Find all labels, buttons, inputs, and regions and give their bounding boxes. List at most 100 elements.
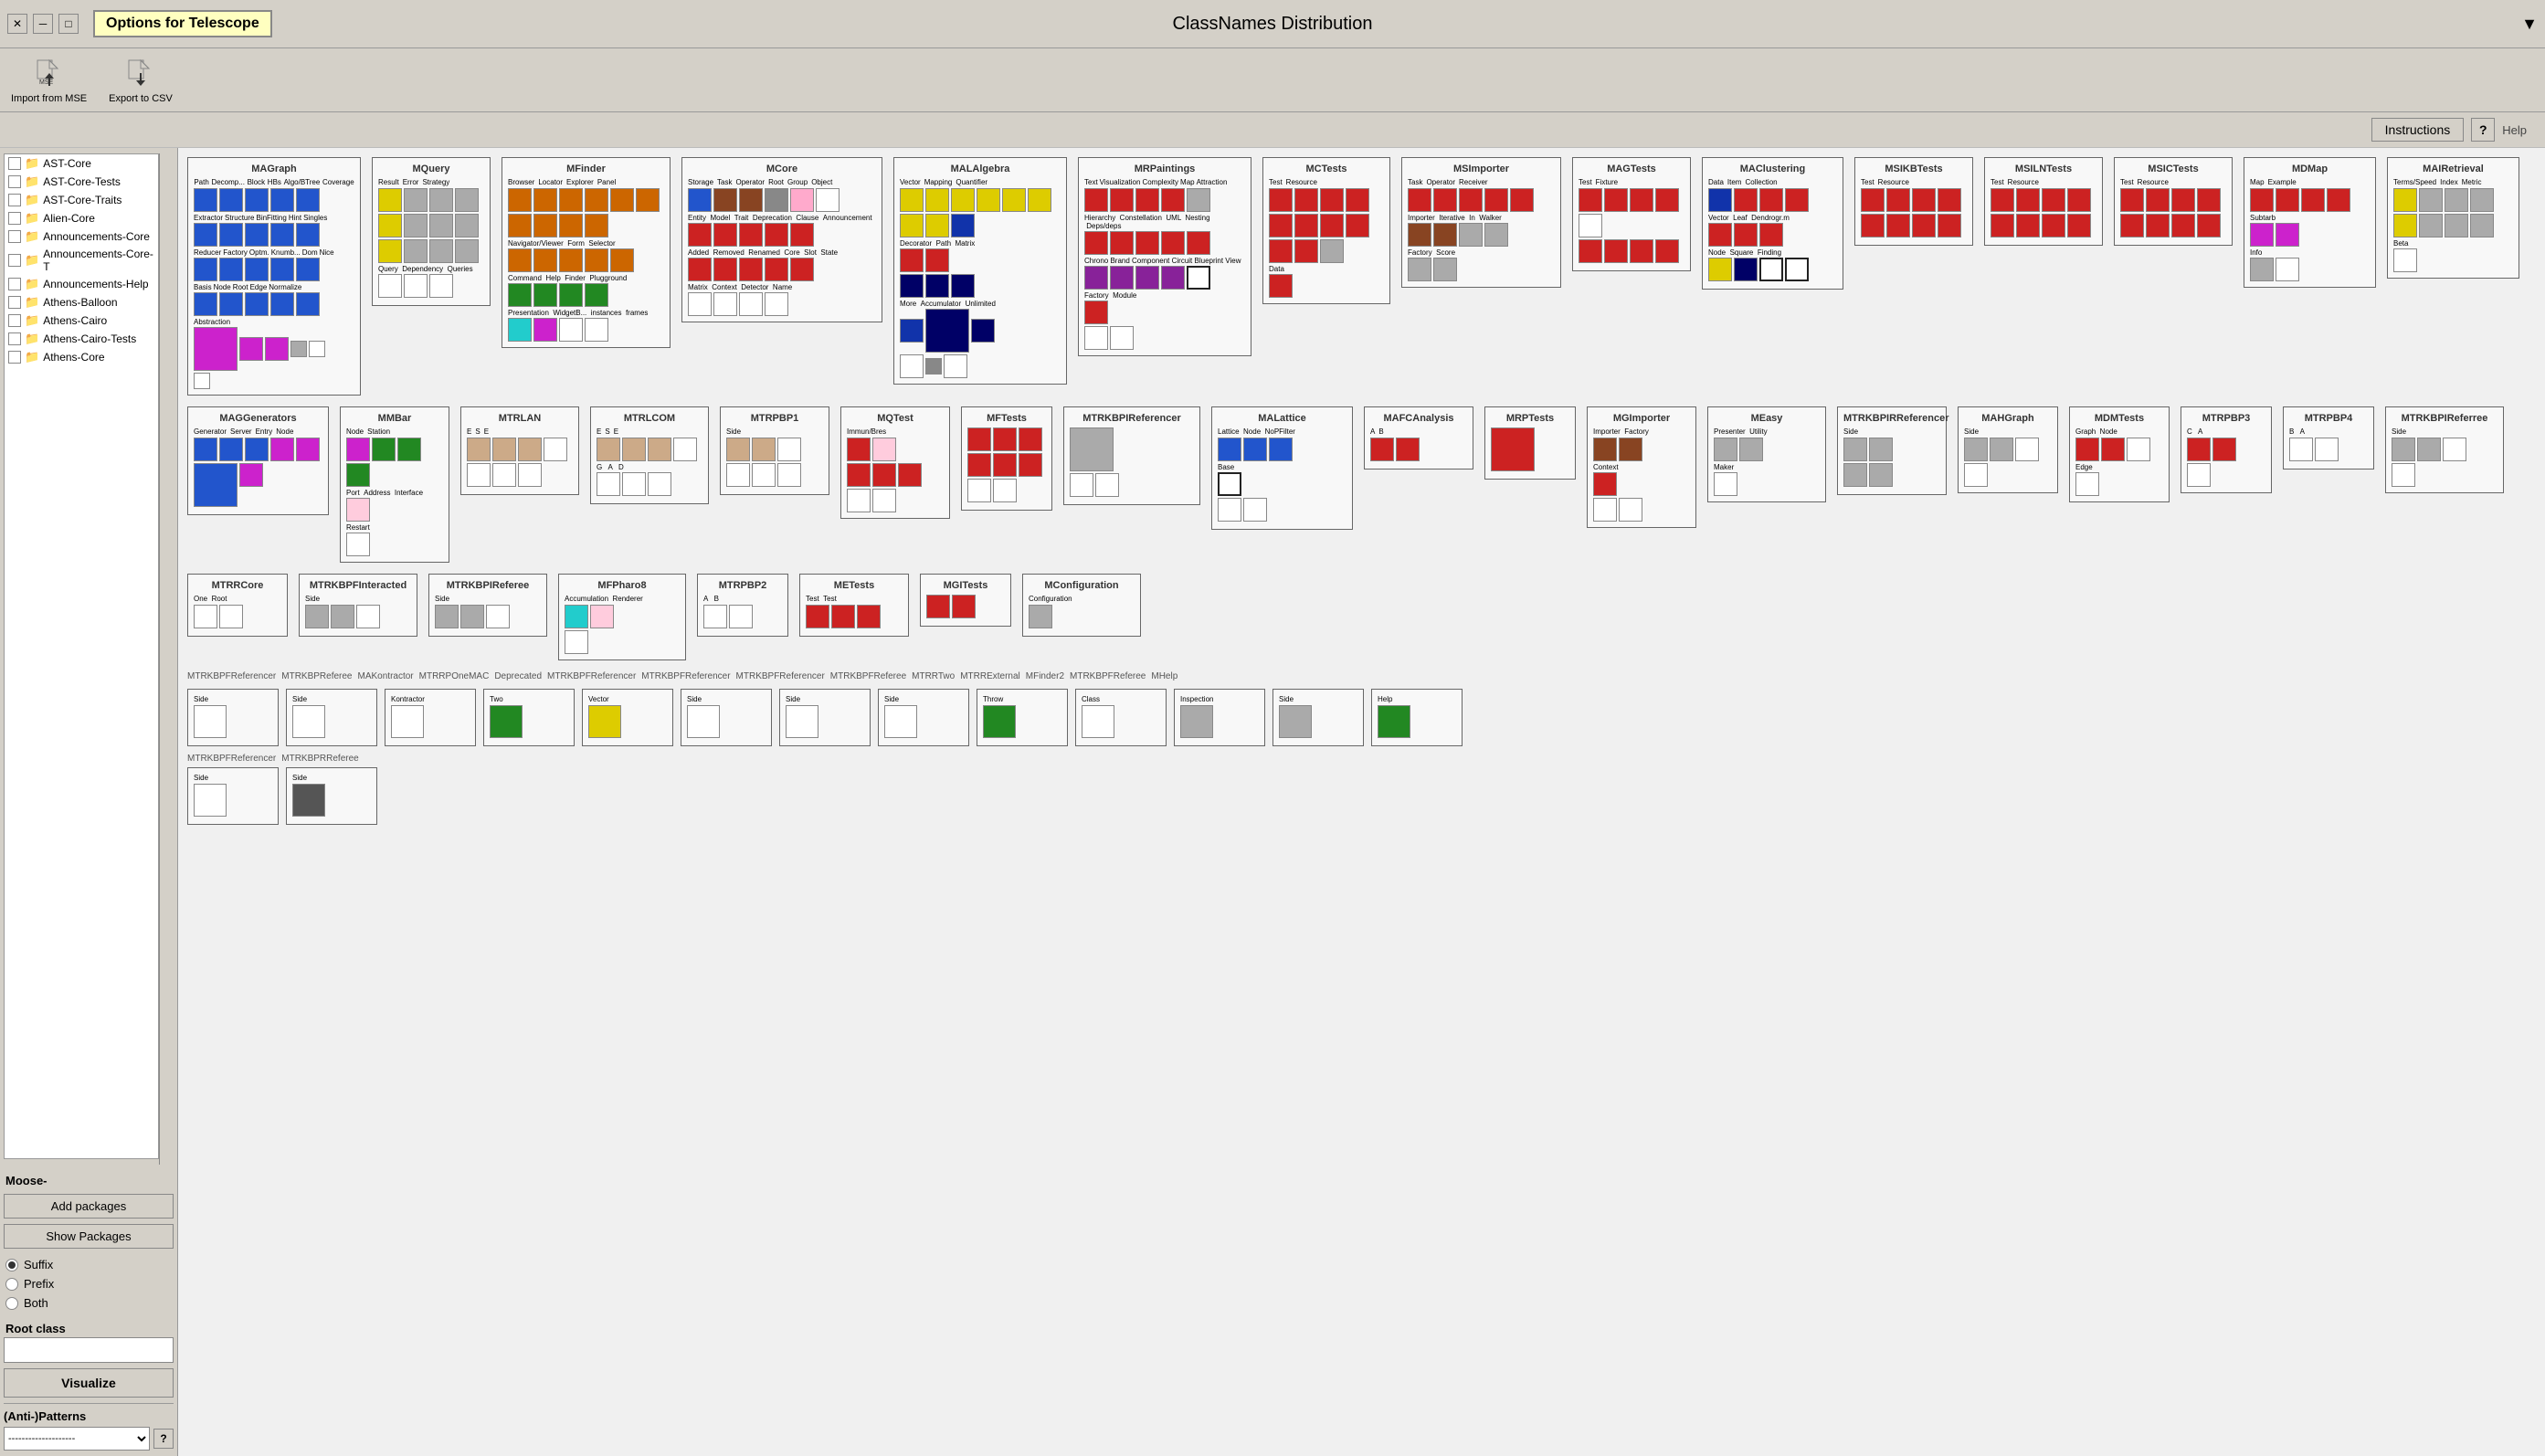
- checkbox-athens-balloon[interactable]: [8, 296, 21, 309]
- anti-patterns-row: -------------------- ?: [4, 1427, 174, 1451]
- radio-prefix-circle[interactable]: [5, 1278, 18, 1291]
- show-packages-button[interactable]: Show Packages: [4, 1224, 174, 1249]
- package-title-mahgraph: MAHGraph: [1964, 413, 2052, 424]
- radio-both[interactable]: Both: [4, 1293, 174, 1313]
- package-mctests: MCTests TestResource: [1262, 157, 1390, 304]
- package-mrptests: MRPTests: [1484, 406, 1576, 480]
- checkbox-ast-core-traits[interactable]: [8, 194, 21, 206]
- root-class-input[interactable]: [4, 1337, 174, 1363]
- package-title-maclustering: MAClustering: [1708, 164, 1837, 174]
- package-mtrkbpireferee2: MTRKBPIReferee Side: [428, 574, 547, 637]
- tree-item-athens-core[interactable]: 📁 Athens-Core: [5, 348, 158, 366]
- package-title-metests: METests: [806, 580, 903, 591]
- folder-icon-announcements-help: 📁: [25, 277, 39, 291]
- package-title-mtrkbpireferencer: MTRKBPIReferencer: [1070, 413, 1194, 424]
- package-title-malattice: MALattice: [1218, 413, 1346, 424]
- instructions-button[interactable]: Instructions: [2371, 118, 2465, 142]
- package-title-malalgebra: MALAlgebra: [900, 164, 1061, 174]
- label-mtrkbpfreferencer4: MTRKBPFReferencer: [736, 671, 825, 681]
- label-mtrrponemac: MTRRPOneMAC: [419, 671, 490, 681]
- package-title-mtrrcore: MTRRCore: [194, 580, 281, 591]
- tree-item-ast-core-tests[interactable]: 📁 AST-Core-Tests: [5, 173, 158, 191]
- tree-item-athens-cairo[interactable]: 📁 Athens-Cairo: [5, 311, 158, 330]
- folder-icon-alien-core: 📁: [25, 211, 39, 226]
- anti-patterns-select[interactable]: --------------------: [4, 1427, 150, 1451]
- close-button[interactable]: ✕: [7, 14, 27, 34]
- package-tree[interactable]: 📁 AST-Core 📁 AST-Core-Tests 📁 AST-Core-T…: [4, 153, 159, 1159]
- package-title-maggenerators: MAGGenerators: [194, 413, 322, 424]
- package-msikbtests: MSIKBTests TestResource: [1854, 157, 1973, 246]
- package-mtrkbpireferree: MTRKBPIReferree Side: [2385, 406, 2504, 493]
- anti-patterns-label: (Anti-)Patterns: [4, 1409, 174, 1423]
- radio-prefix[interactable]: Prefix: [4, 1274, 174, 1293]
- checkbox-announcements-core-t[interactable]: [8, 254, 21, 267]
- package-title-magtests: MAGTests: [1579, 164, 1684, 174]
- package-mtrkbpirr: MTRKBPIRReferencer Side: [1837, 406, 1947, 495]
- package-title-mtrkbpirr: MTRKBPIRReferencer: [1843, 413, 1940, 424]
- export-icon: [123, 57, 158, 91]
- radio-group: Suffix Prefix Both: [4, 1255, 174, 1313]
- package-mfinder: MFinder BrowserLocatorExplorerPanel: [502, 157, 671, 348]
- package-mairetrieval: MAIRetrieval Terms/SpeedIndexMetric Beta: [2387, 157, 2519, 279]
- export-csv-button[interactable]: Export to CSV: [109, 57, 173, 104]
- package-mtrpbp4: MTRPBP4 B A: [2283, 406, 2374, 470]
- checkbox-athens-cairo-tests[interactable]: [8, 332, 21, 345]
- radio-suffix[interactable]: Suffix: [4, 1255, 174, 1274]
- package-magtests: MAGTests TestFixture: [1572, 157, 1691, 271]
- package-mtrkbpfref-1: Side: [187, 689, 279, 746]
- package-mtrpbp1: MTRPBP1 Side: [720, 406, 829, 495]
- tree-item-announcements-core[interactable]: 📁 Announcements-Core: [5, 227, 158, 246]
- import-mse-button[interactable]: MSE Import from MSE: [11, 57, 87, 104]
- package-mfpharo8: MFPharo8 Accumulation Renderer: [558, 574, 686, 660]
- tree-item-athens-cairo-tests[interactable]: 📁 Athens-Cairo-Tests: [5, 330, 158, 348]
- checkbox-ast-core-tests[interactable]: [8, 175, 21, 188]
- folder-icon-ast-core-tests: 📁: [25, 174, 39, 189]
- minimize-button[interactable]: ─: [33, 14, 53, 34]
- package-title-mtrpbp2: MTRPBP2: [703, 580, 782, 591]
- package-msictests: MSICTests TestResource: [2114, 157, 2233, 246]
- moose-label: Moose-: [5, 1174, 172, 1187]
- checkbox-alien-core[interactable]: [8, 212, 21, 225]
- anti-patterns-help-button[interactable]: ?: [153, 1429, 174, 1449]
- package-title-msilntests: MSILNTests: [1991, 164, 2096, 174]
- package-mgimporter: MGImporter Importer Factory Context: [1587, 406, 1696, 528]
- package-mquery: MQuery ResultErrorStrategy: [372, 157, 491, 306]
- label-mtrkbpfreferee2: MTRKBPFReferee: [1070, 671, 1146, 681]
- radio-both-circle[interactable]: [5, 1297, 18, 1310]
- dropdown-arrow[interactable]: ▼: [2521, 15, 2538, 34]
- radio-prefix-label: Prefix: [24, 1277, 54, 1291]
- package-msimporter: MSImporter TaskOperatorReceiver Importer…: [1401, 157, 1561, 288]
- visualization-area[interactable]: MAGraph PathDecomp...BlockHBsAlgo/BTreeC…: [178, 148, 2545, 1456]
- package-mftests: MFTests: [961, 406, 1052, 511]
- package-mahgraph: MAHGraph Side: [1958, 406, 2058, 493]
- folder-icon-athens-cairo: 📁: [25, 313, 39, 328]
- label-deprecated: Deprecated: [494, 671, 542, 681]
- package-title-mtrpbp1: MTRPBP1: [726, 413, 823, 424]
- radio-suffix-circle[interactable]: [5, 1259, 18, 1271]
- tree-item-alien-core[interactable]: 📁 Alien-Core: [5, 209, 158, 227]
- checkbox-athens-core[interactable]: [8, 351, 21, 364]
- help-icon-button[interactable]: ?: [2471, 118, 2495, 142]
- add-packages-button[interactable]: Add packages: [4, 1194, 174, 1219]
- tree-item-ast-core-traits[interactable]: 📁 AST-Core-Traits: [5, 191, 158, 209]
- package-title-mmbar: MMBar: [346, 413, 443, 424]
- package-side-3: Side: [878, 689, 969, 746]
- maximize-button[interactable]: □: [58, 14, 79, 34]
- tree-item-announcements-core-t[interactable]: 📁 Announcements-Core-T: [5, 246, 158, 275]
- checkbox-announcements-help[interactable]: [8, 278, 21, 290]
- tree-scrollbar[interactable]: [159, 153, 174, 1165]
- checkbox-athens-cairo[interactable]: [8, 314, 21, 327]
- package-side-2: Side: [779, 689, 871, 746]
- tree-item-ast-core[interactable]: 📁 AST-Core: [5, 154, 158, 173]
- tree-item-athens-balloon[interactable]: 📁 Athens-Balloon: [5, 293, 158, 311]
- package-mtrlcom: MTRLCOM ESE G A D: [590, 406, 709, 504]
- options-label: Options for Telescope: [93, 10, 272, 37]
- package-throw: Throw: [977, 689, 1068, 746]
- checkbox-ast-core[interactable]: [8, 157, 21, 170]
- package-msilntests: MSILNTests TestResource: [1984, 157, 2103, 246]
- package-side-4: Side: [1272, 689, 1364, 746]
- visualize-button[interactable]: Visualize: [4, 1368, 174, 1398]
- tree-item-announcements-help[interactable]: 📁 Announcements-Help: [5, 275, 158, 293]
- root-class-label: Root class: [5, 1322, 172, 1335]
- checkbox-announcements-core[interactable]: [8, 230, 21, 243]
